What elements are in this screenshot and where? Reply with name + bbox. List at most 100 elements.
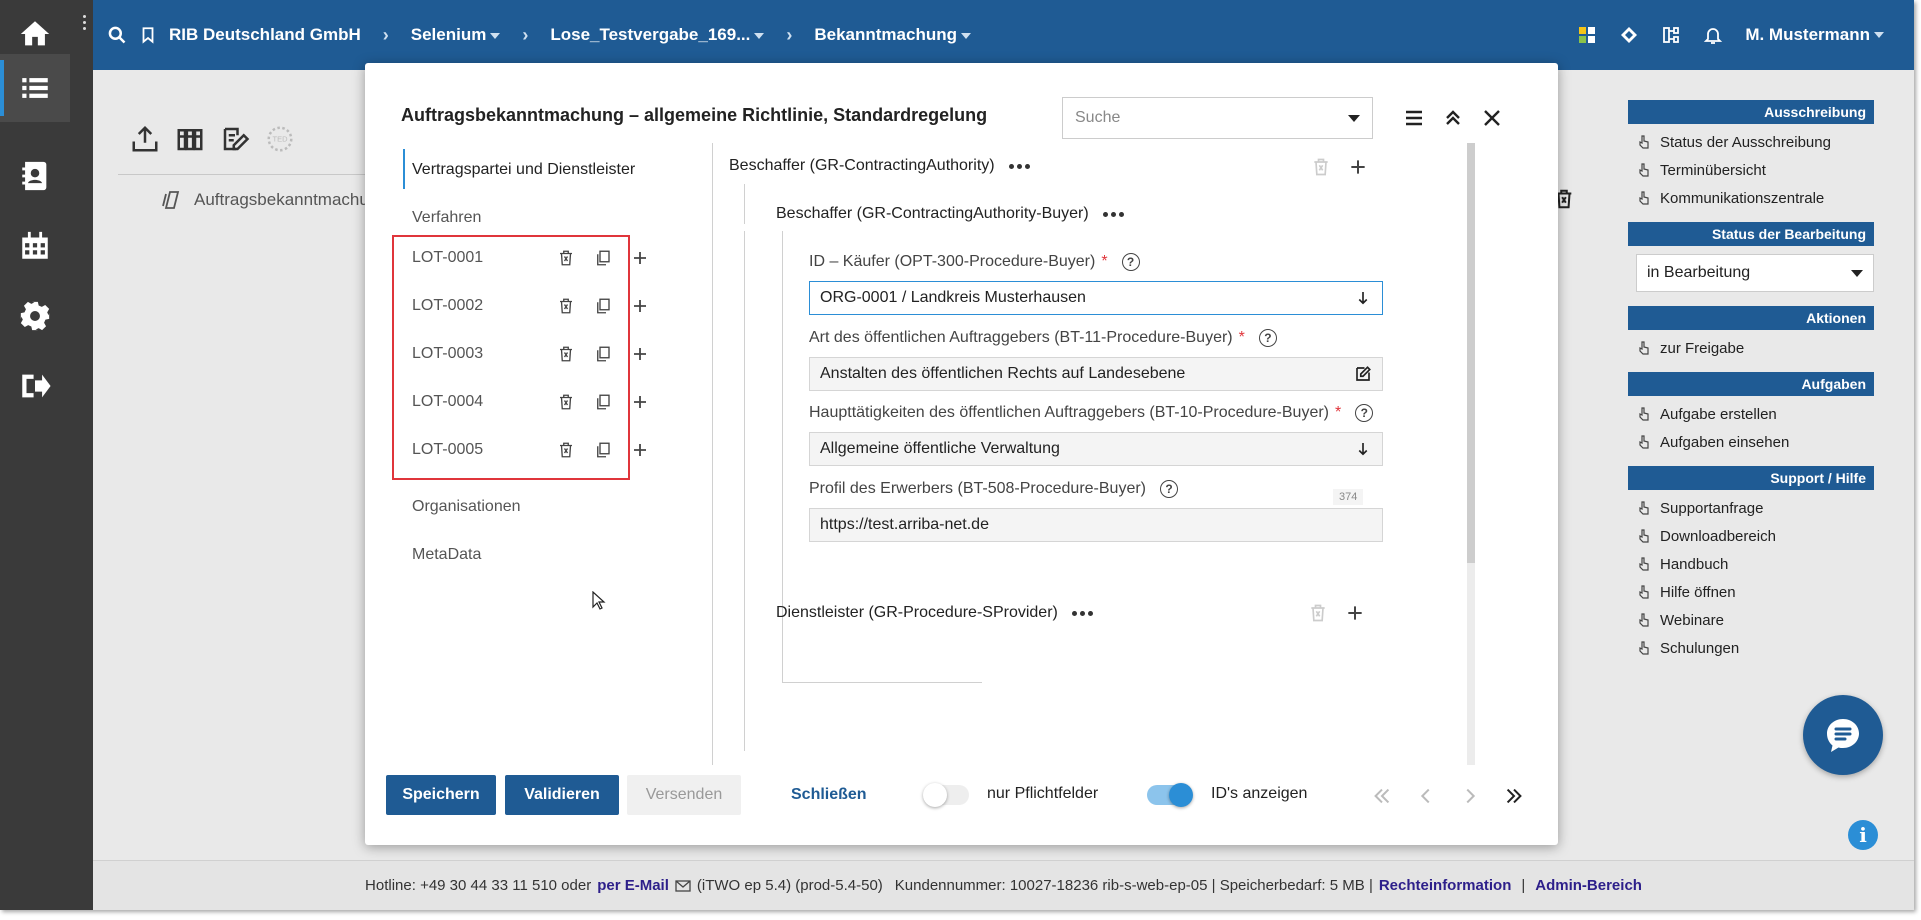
aktionen-list: zur Freigabe [1628,330,1874,372]
breadcrumb-bekanntmachung[interactable]: Bekanntmachung [814,25,971,45]
delete-icon[interactable] [556,391,577,413]
delete-icon[interactable] [556,247,577,269]
main-activities-select[interactable]: Allgemeine öffentliche Verwaltung [809,432,1383,466]
footer-admin-link[interactable]: Admin-Bereich [1535,877,1642,894]
link-hilfe-oeffnen[interactable]: Hilfe öffnen [1638,578,1874,606]
link-aufgaben-einsehen[interactable]: Aufgaben einsehen [1638,428,1874,456]
nav-metadata[interactable]: MetaData [412,546,481,564]
field-label-buyer-id: ID – Käufer (OPT-300-Procedure-Buyer) *? [809,253,1140,271]
add-icon[interactable] [630,343,651,365]
scrollbar-thumb[interactable] [1467,143,1475,563]
nav-lot-row[interactable]: LOT-0001 [412,236,667,280]
show-ids-toggle[interactable] [1147,783,1193,807]
breadcrumb-selenium[interactable]: Selenium [411,25,501,45]
user-menu[interactable]: M. Mustermann [1745,25,1884,45]
nav-lot-row[interactable]: LOT-0003 [412,332,667,376]
collapse-up-icon[interactable] [1438,103,1468,133]
link-zur-freigabe[interactable]: zur Freigabe [1638,334,1874,362]
delete-icon [1306,601,1330,625]
help-icon[interactable]: ? [1160,480,1179,498]
status-select[interactable]: in Bearbeitung [1636,254,1874,292]
save-button[interactable]: Speichern [386,775,496,815]
pointer-hand-icon [1639,191,1649,205]
copy-icon[interactable] [593,343,614,365]
rail-collapse-handle[interactable] [77,8,91,36]
field-label-buyer-type: Art des öffentlichen Auftraggebers (BT-1… [809,329,1277,347]
ticket-icon[interactable] [1619,25,1639,45]
folders-icon[interactable] [175,124,209,158]
footer-legal-link[interactable]: Rechteinformation [1379,877,1512,894]
edit-document-icon[interactable] [220,124,254,158]
footer-email-link[interactable]: per E-Mail [597,877,669,894]
calendar-icon[interactable] [0,212,70,280]
svg-text:TED: TED [273,135,289,144]
content-scrollbar[interactable] [1467,143,1475,765]
add-icon[interactable] [1343,601,1367,625]
search-select[interactable]: Suche [1062,97,1373,139]
copy-icon[interactable] [593,247,614,269]
buyer-id-select[interactable]: ORG-0001 / Landkreis Musterhausen [809,281,1383,315]
nav-verfahren[interactable]: Verfahren [412,209,481,227]
contacts-icon[interactable] [0,142,70,210]
link-aufgabe-erstellen[interactable]: Aufgabe erstellen [1638,400,1874,428]
link-handbuch[interactable]: Handbuch [1638,550,1874,578]
link-supportanfrage[interactable]: Supportanfrage [1638,494,1874,522]
add-icon[interactable] [630,295,651,317]
link-status-ausschreibung[interactable]: Status der Ausschreibung [1638,128,1874,156]
chevron-down-icon [961,32,971,39]
nav-vertragspartei[interactable]: Vertragspartei und Dienstleister [412,161,635,179]
copy-icon[interactable] [593,439,614,461]
copy-icon[interactable] [593,295,614,317]
ted-icon: TED [265,124,299,158]
delete-icon[interactable] [556,343,577,365]
buyer-profile-input[interactable]: https://test.arriba-net.de [809,508,1383,542]
add-icon[interactable] [1346,155,1370,179]
link-downloadbereich[interactable]: Downloadbereich [1638,522,1874,550]
more-options-icon[interactable] [1071,610,1093,616]
help-icon[interactable]: ? [1258,329,1277,347]
add-icon[interactable] [630,247,651,269]
search-icon[interactable] [107,25,127,45]
logout-icon[interactable] [0,352,70,420]
last-page-icon[interactable] [1499,781,1529,811]
nav-lot-row[interactable]: LOT-0002 [412,284,667,328]
bookmark-icon[interactable] [139,25,157,45]
chat-icon[interactable] [1803,695,1883,775]
settings-gear-icon[interactable] [0,282,70,350]
nav-lot-row[interactable]: LOT-0004 [412,380,667,424]
link-kommunikationszentrale[interactable]: Kommunikationszentrale [1638,184,1874,212]
copy-icon[interactable] [593,391,614,413]
help-icon[interactable]: ? [1121,253,1140,271]
link-schulungen[interactable]: Schulungen [1638,634,1874,662]
more-options-icon[interactable] [1008,163,1030,169]
add-icon[interactable] [630,439,651,461]
first-page-icon [1367,781,1397,811]
document-tree-item[interactable]: Auftragsbekanntmachu [160,188,369,212]
close-icon[interactable] [1477,103,1507,133]
breadcrumb-project[interactable]: Lose_Testvergabe_169... [550,25,765,45]
link-webinare[interactable]: Webinare [1638,606,1874,634]
info-icon[interactable]: i [1848,820,1878,850]
upload-icon[interactable] [130,124,164,158]
lot-label: LOT-0005 [412,441,484,458]
link-terminuebersicht[interactable]: Terminübersicht [1638,156,1874,184]
list-icon[interactable] [0,54,70,122]
more-options-icon[interactable] [1102,211,1124,217]
menu-hamburger-icon[interactable] [1399,103,1429,133]
required-only-toggle[interactable] [923,783,969,807]
edit-icon[interactable] [1354,365,1372,383]
nav-lot-row[interactable]: LOT-0005 [412,428,667,472]
close-button[interactable]: Schließen [791,775,867,815]
add-icon[interactable] [630,391,651,413]
breadcrumb-company[interactable]: RIB Deutschland GmbH [169,25,361,45]
delete-icon[interactable] [556,295,577,317]
hierarchy-icon[interactable] [1661,25,1681,45]
buyer-type-field[interactable]: Anstalten des öffentlichen Rechts auf La… [809,357,1383,391]
delete-icon[interactable] [556,439,577,461]
bell-icon[interactable] [1703,25,1723,45]
help-icon[interactable]: ? [1355,404,1374,422]
section-contracting-authority: Beschaffer (GR-ContractingAuthority) [729,157,1030,175]
nav-organisationen[interactable]: Organisationen [412,498,521,516]
validate-button[interactable]: Validieren [505,775,619,815]
apps-icon[interactable] [1577,25,1597,45]
